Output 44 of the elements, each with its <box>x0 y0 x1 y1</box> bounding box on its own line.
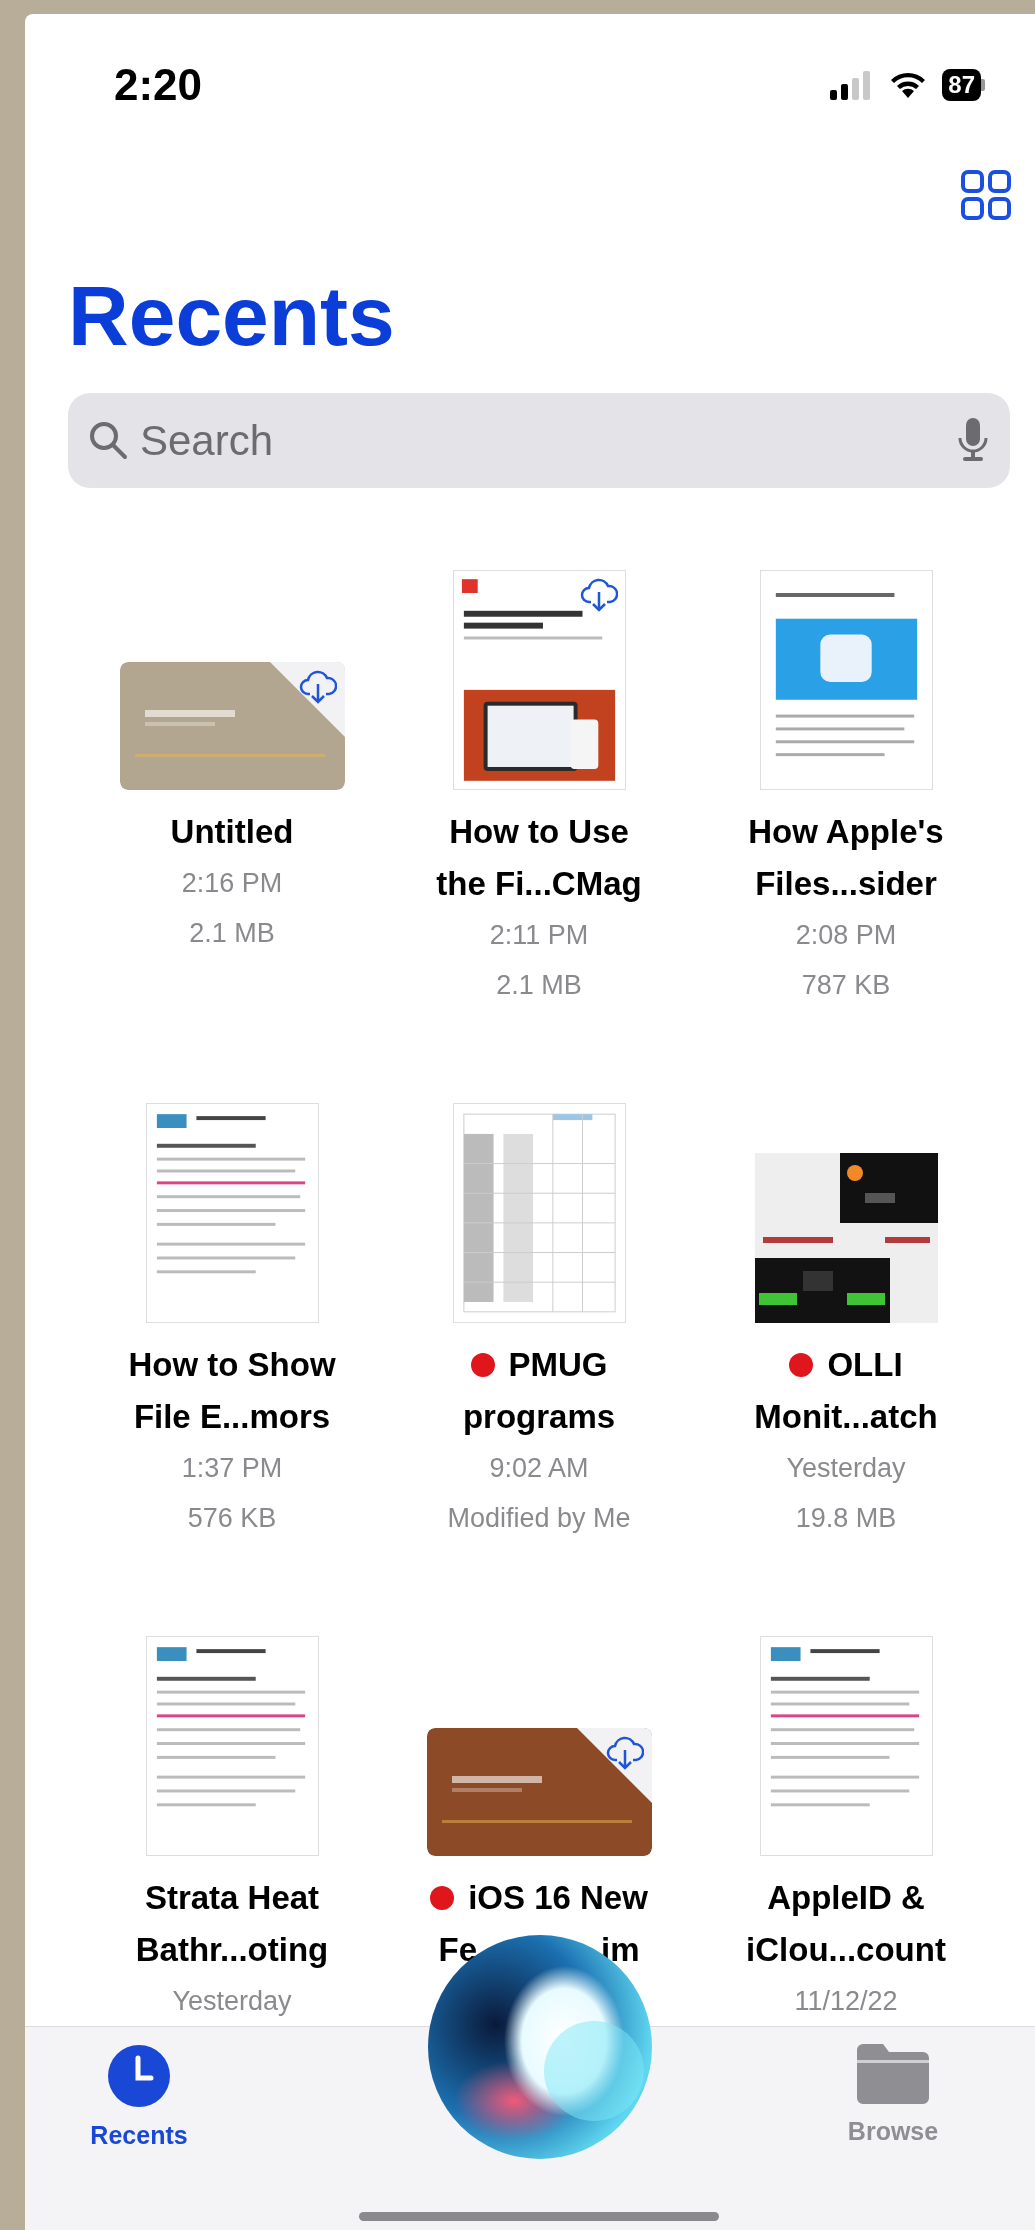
file-detail: 2:08 PM <box>795 919 897 952</box>
battery-level: 87 <box>942 69 981 101</box>
cloud-download-icon[interactable] <box>605 1736 644 1770</box>
file-name: iOS 16 New <box>468 1878 648 1919</box>
file-detail: Yesterday <box>172 1985 292 2018</box>
file-name: How to Show <box>128 1345 336 1386</box>
file-name: How to Use <box>449 812 629 853</box>
file-name: OLLI <box>827 1345 903 1386</box>
search-field[interactable]: Search <box>68 393 1010 488</box>
file-name: Monit...atch <box>754 1397 938 1438</box>
file-name: How Apple's <box>748 812 944 853</box>
file-detail: 2:11 PM <box>489 919 589 952</box>
file-name: Files...sider <box>755 864 937 905</box>
status-time: 2:20 <box>114 59 203 111</box>
microphone-icon[interactable] <box>958 418 988 462</box>
file-name: Strata Heat <box>144 1878 320 1919</box>
grid-view-button[interactable] <box>960 169 1012 221</box>
file-name: PMUG <box>508 1345 608 1386</box>
file-detail: 787 KB <box>801 969 891 1002</box>
file-name: File E...mors <box>133 1397 331 1438</box>
file-name: Bathr...oting <box>135 1930 329 1971</box>
tab-bar-item[interactable]: Recents <box>59 2044 219 2150</box>
file-detail: 1:37 PM <box>181 1452 283 1485</box>
file-name: Fe <box>438 1930 477 1971</box>
file-name: iClou...count <box>746 1930 946 1971</box>
file-name: Untitled <box>170 812 294 853</box>
file-detail: 11/12/22 <box>794 1985 898 2018</box>
file-detail: Modified by Me <box>447 1502 631 1535</box>
cloud-download-icon[interactable] <box>579 578 618 612</box>
file-name: programs <box>462 1397 616 1438</box>
file-name: the Fi...CMag <box>436 864 642 905</box>
file-name: AppleID & <box>767 1878 925 1919</box>
file-detail: 576 KB <box>187 1502 277 1535</box>
file-detail: 2.1 MB <box>496 969 582 1002</box>
file-detail: 2.1 MB <box>189 917 275 950</box>
folder-icon <box>857 2044 929 2104</box>
file-detail: 9:02 AM <box>489 1452 589 1485</box>
cloud-download-icon[interactable] <box>298 670 337 704</box>
file-detail: 19.8 MB <box>795 1502 897 1535</box>
file-detail: Yesterday <box>786 1452 906 1485</box>
search-icon <box>88 420 128 460</box>
page-title: Recents <box>68 274 395 358</box>
file-detail: 2:16 PM <box>181 867 283 900</box>
clock-icon <box>107 2044 171 2108</box>
